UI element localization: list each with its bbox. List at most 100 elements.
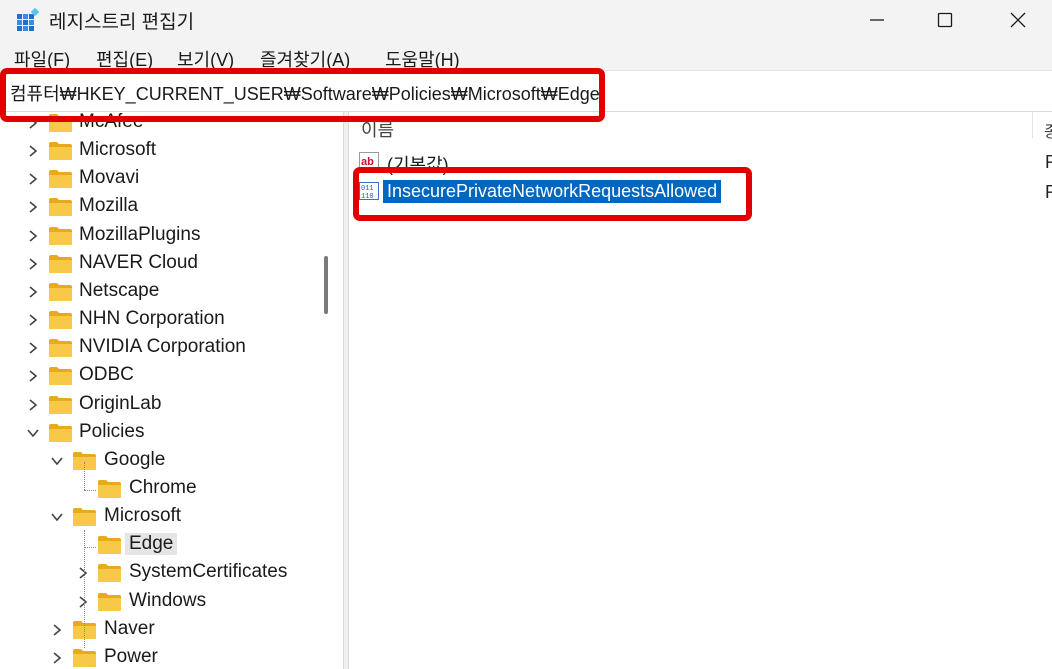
title-bar: 레지스트리 편집기 (0, 0, 1052, 40)
column-header-type-clipped[interactable]: 종 (1044, 118, 1052, 142)
chevron-right-icon[interactable] (26, 200, 40, 214)
svg-text:110: 110 (361, 193, 374, 200)
menu-favorites[interactable]: 즐겨찾기(A) (260, 46, 350, 72)
folder-icon (49, 142, 72, 161)
value-name: InsecurePrivateNetworkRequestsAllowed (383, 180, 722, 203)
tree-item[interactable]: Microsoft (0, 138, 320, 166)
folder-icon (49, 198, 72, 217)
tree-item[interactable]: ODBC (0, 363, 320, 391)
tree-item[interactable]: Chrome (0, 476, 320, 504)
tree-connector-line (84, 462, 85, 490)
tree-item-label: Google (104, 448, 166, 470)
tree-item[interactable]: NAVER Cloud (0, 251, 320, 279)
string-value-icon: ab (359, 152, 379, 170)
folder-icon (49, 170, 72, 189)
tree-item-label: OriginLab (79, 392, 162, 414)
column-divider[interactable] (1032, 112, 1033, 138)
key-tree[interactable]: McAfee Microsoft Movavi Mozilla MozillaPlugi… (0, 112, 343, 669)
menu-file[interactable]: 파일(F) (14, 46, 70, 72)
folder-icon (98, 564, 121, 583)
chevron-right-icon[interactable] (26, 398, 40, 412)
chevron-right-icon[interactable] (26, 172, 40, 186)
tree-item-label: Microsoft (79, 139, 157, 161)
chevron-right-icon[interactable] (26, 229, 40, 243)
minimize-button[interactable] (849, 0, 905, 40)
chevron-right-icon[interactable] (26, 369, 40, 383)
tree-scrollbar[interactable] (324, 256, 328, 314)
value-type-clipped: R (1045, 182, 1052, 202)
folder-icon (49, 282, 72, 301)
tree-item[interactable]: Naver (0, 617, 320, 645)
tree-item[interactable]: Microsoft (0, 504, 320, 532)
menu-view[interactable]: 보기(V) (177, 46, 234, 72)
tree-item[interactable]: Power (0, 645, 320, 669)
registry-editor-icon (17, 8, 40, 31)
tree-item[interactable]: MozillaPlugins (0, 223, 320, 251)
chevron-right-icon[interactable] (26, 341, 40, 355)
folder-icon (73, 508, 96, 527)
chevron-right-icon[interactable] (76, 566, 90, 580)
chevron-down-icon[interactable] (26, 426, 40, 440)
tree-item-label: Movavi (79, 167, 140, 189)
tree-item-label: McAfee (79, 112, 144, 132)
tree-item[interactable]: OriginLab (0, 392, 320, 420)
chevron-right-icon[interactable] (26, 313, 40, 327)
tree-item-label: MozillaPlugins (79, 223, 201, 245)
chevron-right-icon[interactable] (26, 285, 40, 299)
tree-item[interactable]: Google (0, 448, 320, 476)
folder-icon (49, 226, 72, 245)
tree-item[interactable]: SystemCertificates (0, 560, 320, 588)
tree-item[interactable]: NVIDIA Corporation (0, 335, 320, 363)
tree-item[interactable]: Edge (0, 532, 320, 560)
close-button[interactable] (990, 0, 1046, 40)
tree-item-label: Mozilla (79, 195, 139, 217)
folder-icon (49, 114, 72, 132)
chevron-down-icon[interactable] (50, 454, 64, 468)
folder-icon (49, 423, 72, 442)
tree-item[interactable]: Policies (0, 420, 320, 448)
dword-value-icon: 011 110 (359, 182, 379, 200)
tree-item-label: NHN Corporation (79, 308, 225, 330)
tree-item[interactable]: Windows (0, 589, 320, 617)
folder-icon (49, 311, 72, 330)
values-list[interactable]: 이름 종 ab (기본값) R 011 110 InsecurePrivateN… (349, 112, 1052, 669)
chevron-right-icon[interactable] (76, 595, 90, 609)
window-title: 레지스트리 편집기 (49, 12, 195, 33)
close-icon (1010, 12, 1026, 28)
tree-item[interactable]: Netscape (0, 279, 320, 307)
tree-connector-line (84, 490, 96, 491)
minimize-icon (870, 19, 884, 21)
tree-item-label: Policies (79, 420, 145, 442)
folder-icon (49, 367, 72, 386)
tree-item-label: Netscape (79, 279, 160, 301)
chevron-right-icon[interactable] (26, 144, 40, 158)
column-header-name[interactable]: 이름 (361, 116, 394, 142)
folder-icon (49, 254, 72, 273)
tree-item[interactable]: McAfee (0, 112, 320, 138)
chevron-right-icon[interactable] (26, 116, 40, 130)
folder-icon (73, 648, 96, 667)
folder-icon (98, 479, 121, 498)
folder-icon (98, 592, 121, 611)
chevron-right-icon[interactable] (26, 257, 40, 271)
menu-edit[interactable]: 편집(E) (96, 46, 153, 72)
address-path[interactable]: 컴퓨터₩HKEY_CURRENT_USER₩Software₩Policies₩… (10, 80, 600, 106)
chevron-right-icon[interactable] (50, 623, 64, 637)
tree-item[interactable]: NHN Corporation (0, 307, 320, 335)
svg-text:ab: ab (361, 156, 374, 168)
address-bar[interactable]: 컴퓨터₩HKEY_CURRENT_USER₩Software₩Policies₩… (0, 71, 1052, 112)
maximize-icon (937, 12, 953, 28)
value-name: (기본값) (387, 155, 449, 175)
tree-item-label: SystemCertificates (129, 561, 288, 583)
tree-item-label: NVIDIA Corporation (79, 336, 246, 358)
tree-item[interactable]: Movavi (0, 166, 320, 194)
tree-item-label: Chrome (129, 476, 197, 498)
menu-help[interactable]: 도움말(H) (385, 46, 460, 72)
maximize-button[interactable] (917, 0, 973, 40)
chevron-down-icon[interactable] (50, 510, 64, 524)
tree-item[interactable]: Mozilla (0, 194, 320, 222)
folder-icon (49, 339, 72, 358)
menu-bar: 파일(F) 편집(E) 보기(V) 즐겨찾기(A) 도움말(H) (0, 40, 1052, 71)
tree-item-label: Windows (129, 589, 207, 611)
chevron-right-icon[interactable] (50, 651, 64, 665)
